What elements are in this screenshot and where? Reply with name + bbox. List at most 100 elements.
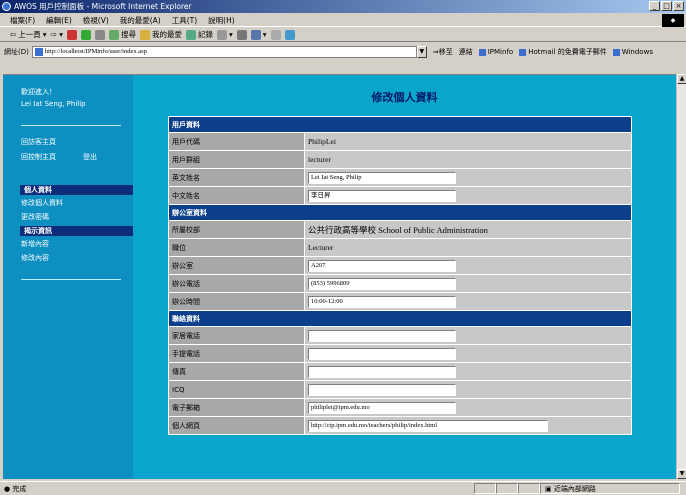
field-label: 個人網頁 xyxy=(168,416,305,435)
form-row: 電子郵箱 philiplei@ipm.edu.mo xyxy=(168,398,632,417)
toolbar: ⇦ 上一頁 ▾ ⇨ ▾ 搜尋 我的最愛 記錄 ▾ ▾ xyxy=(0,28,686,42)
link-windows[interactable]: Windows xyxy=(612,48,653,56)
field-value: 公共行政高等學校 School of Public Administration xyxy=(308,224,488,235)
close-button[interactable]: × xyxy=(673,1,684,11)
field-label: 手提電話 xyxy=(168,344,305,363)
address-input[interactable]: http://localhost/IPMinfo/user/index.asp xyxy=(31,46,417,58)
form-row: 中文姓名 李日昇 xyxy=(168,186,632,205)
field-label: 職位 xyxy=(168,238,305,257)
text-input[interactable] xyxy=(308,383,456,396)
menu-help[interactable]: 說明(H) xyxy=(208,15,235,26)
edit-button[interactable]: ▾ xyxy=(250,29,267,40)
section-header: 用戶資料 xyxy=(168,116,632,133)
mail-icon xyxy=(217,29,227,40)
field-label: 辦公電話 xyxy=(168,274,305,293)
field-label: 電子郵箱 xyxy=(168,398,305,417)
menu-bar: 檔案(F) 編輯(E) 檢視(V) 我的最愛(A) 工具(T) 說明(H) ◆ xyxy=(0,14,686,27)
text-input[interactable]: http://ctp.ipm.edu.mo/teachers/philip/in… xyxy=(308,419,548,432)
link-ipminfo[interactable]: IPMinfo xyxy=(478,48,513,56)
search-icon xyxy=(109,29,119,40)
field-value: PhilipLei xyxy=(308,137,336,146)
form-row: 用戶群組 lecturer xyxy=(168,150,632,169)
scroll-down-icon[interactable]: ▼ xyxy=(677,469,686,479)
scroll-up-icon[interactable]: ▲ xyxy=(677,74,686,84)
link-hotmail[interactable]: Hotmail 的免費電子郵件 xyxy=(519,47,607,57)
sidebar: 歡迎進入！ Lei Iat Seng, Philip 回訪客主頁 回控制主頁 登… xyxy=(3,75,133,479)
refresh-icon xyxy=(81,29,91,40)
field-label: 家居電話 xyxy=(168,326,305,345)
profile-form: 用戶資料 用戶代碼 PhilipLei 用戶群組 lecturer 英文姓名 Lei Iat… xyxy=(168,116,632,435)
menu-edit[interactable]: 編輯(E) xyxy=(46,15,72,26)
messenger-button[interactable] xyxy=(284,29,295,40)
field-label: 中文姓名 xyxy=(168,186,305,205)
stop-button[interactable] xyxy=(67,29,77,40)
link-icon xyxy=(519,48,527,56)
field-value-cell: http://ctp.ipm.edu.mo/teachers/philip/in… xyxy=(304,416,632,435)
forward-button[interactable]: ⇨ ▾ xyxy=(51,30,63,39)
home-button[interactable] xyxy=(95,29,105,40)
status-pane xyxy=(496,483,518,494)
edit-icon xyxy=(250,29,261,40)
field-value-cell: 李日昇 xyxy=(304,186,632,205)
text-input[interactable]: 10:00-12:00 xyxy=(308,295,456,308)
status-bar: ● 完成 ▣ 近端內部網路 xyxy=(0,481,686,495)
form-row: 英文姓名 Lei Iat Seng, Philip xyxy=(168,168,632,187)
minimize-button[interactable]: _ xyxy=(649,1,660,11)
divider xyxy=(21,125,121,126)
control-home-link[interactable]: 回控制主頁 xyxy=(21,152,56,162)
divider xyxy=(21,279,121,280)
text-input[interactable] xyxy=(308,329,456,342)
visitor-home-link[interactable]: 回訪客主頁 xyxy=(21,137,56,147)
sidebar-item-change-password[interactable]: 更改密碼 xyxy=(21,212,49,222)
menu-favorites[interactable]: 我的最愛(A) xyxy=(120,15,161,26)
history-button[interactable]: 記錄 xyxy=(186,29,213,40)
text-input[interactable]: A207 xyxy=(308,259,456,272)
go-button[interactable]: ⇒移至 xyxy=(433,47,453,57)
print-icon xyxy=(236,29,247,40)
sidebar-item-edit-content[interactable]: 修改內容 xyxy=(21,253,49,263)
sidebar-item-add-content[interactable]: 新增內容 xyxy=(21,239,49,249)
logout-link[interactable]: 登出 xyxy=(83,152,97,162)
menu-tools[interactable]: 工具(T) xyxy=(172,15,197,26)
status-pane xyxy=(474,483,496,494)
search-button[interactable]: 搜尋 xyxy=(109,29,136,40)
address-bar: 網址(D) http://localhost/IPMinfo/user/inde… xyxy=(0,44,686,60)
text-input[interactable]: (853) 5996809 xyxy=(308,277,456,290)
field-value-cell: PhilipLei xyxy=(304,132,632,151)
menu-file[interactable]: 檔案(F) xyxy=(10,15,35,26)
text-input[interactable]: Lei Iat Seng, Philip xyxy=(308,171,456,184)
text-input[interactable]: 李日昇 xyxy=(308,189,456,202)
text-input[interactable] xyxy=(308,365,456,378)
print-button[interactable] xyxy=(236,29,247,40)
maximize-button[interactable]: □ xyxy=(661,1,672,11)
status-pane xyxy=(518,483,540,494)
form-row: 辦公時間 10:00-12:00 xyxy=(168,292,632,311)
history-icon xyxy=(186,29,196,40)
form-row: 手提電話 xyxy=(168,344,632,363)
form-row: 傳真 xyxy=(168,362,632,381)
field-value-cell: (853) 5996809 xyxy=(304,274,632,293)
link-icon xyxy=(612,48,620,56)
field-value-cell xyxy=(304,326,632,345)
field-label: 辦公時間 xyxy=(168,292,305,311)
field-value-cell xyxy=(304,380,632,399)
sidebar-item-edit-profile[interactable]: 修改個人資料 xyxy=(21,198,63,208)
page-viewport: 歡迎進入！ Lei Iat Seng, Philip 回訪客主頁 回控制主頁 登… xyxy=(3,74,676,479)
field-label: 所屬校部 xyxy=(168,220,305,239)
page-icon xyxy=(34,48,43,56)
refresh-button[interactable] xyxy=(81,29,91,40)
discuss-button[interactable] xyxy=(270,29,281,40)
text-input[interactable] xyxy=(308,347,456,360)
back-button[interactable]: ⇦ 上一頁 ▾ xyxy=(10,29,47,40)
address-dropdown-icon[interactable]: ▼ xyxy=(416,46,427,58)
mail-button[interactable]: ▾ xyxy=(217,29,233,40)
section-title: 辦公室資料 xyxy=(168,204,632,221)
form-row: 個人網頁 http://ctp.ipm.edu.mo/teachers/phili… xyxy=(168,416,632,435)
vertical-scrollbar[interactable]: ▲ ▼ xyxy=(676,74,686,479)
text-input[interactable]: philiplei@ipm.edu.mo xyxy=(308,401,456,414)
favorites-button[interactable]: 我的最愛 xyxy=(140,29,182,40)
menu-view[interactable]: 檢視(V) xyxy=(83,15,109,26)
form-row: 辦公電話 (853) 5996809 xyxy=(168,274,632,293)
personal-header: 個人資料 xyxy=(20,185,133,195)
field-value-cell: Lecturer xyxy=(304,238,632,257)
